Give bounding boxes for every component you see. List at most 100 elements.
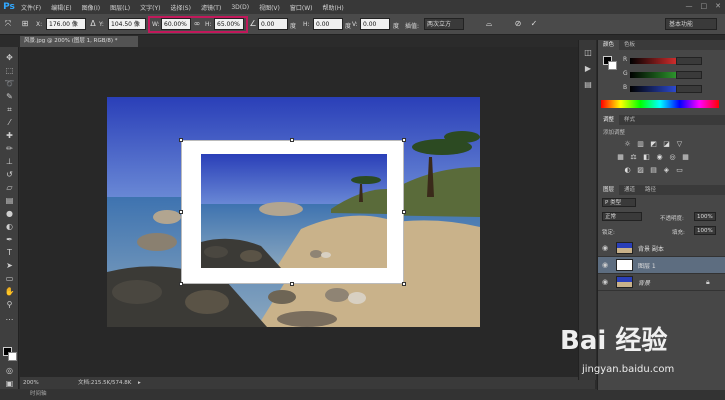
levels-icon[interactable]: ▥ [636, 140, 645, 149]
menu-file[interactable]: 文件(F) [16, 3, 46, 12]
chain-link-icon[interactable]: ∞ [192, 19, 202, 29]
threshold-icon[interactable]: ▤ [649, 166, 658, 175]
channel-mixer-icon[interactable]: ◎ [668, 153, 677, 162]
layer-filter-select[interactable]: P 类型 [602, 198, 636, 207]
eyedropper-tool-icon[interactable]: ⁄ [4, 117, 15, 128]
vskew-field[interactable]: 0.00 [360, 18, 390, 30]
workspace-select[interactable]: 基本功能 [665, 18, 717, 30]
opacity-field[interactable]: 100% [694, 212, 716, 221]
type-tool-icon[interactable]: T [4, 247, 15, 258]
eye-icon[interactable]: ◉ [602, 278, 610, 286]
width-field[interactable]: 60.00% [161, 18, 191, 30]
zoom-tool-icon[interactable]: ⚲ [4, 299, 15, 310]
menu-edit[interactable]: 编辑(E) [46, 3, 76, 12]
gradient-tool-icon[interactable]: ▤ [4, 195, 15, 206]
tab-swatches[interactable]: 色板 [619, 40, 640, 50]
eye-icon[interactable]: ◉ [602, 261, 610, 269]
menu-help[interactable]: 帮助(H) [318, 3, 349, 12]
menu-filter[interactable]: 滤镜(T) [196, 3, 226, 12]
document-tab[interactable]: 风景.jpg @ 200% (图层 1, RGB/8) * [20, 36, 138, 47]
color-spectrum-bar[interactable] [601, 100, 719, 108]
crop-tool-icon[interactable]: ⌗ [4, 104, 15, 115]
more-tools-icon[interactable]: … [4, 312, 15, 323]
tab-color[interactable]: 颜色 [598, 40, 620, 50]
height-field[interactable]: 65.00% [214, 18, 244, 30]
shape-tool-icon[interactable]: ▭ [4, 273, 15, 284]
transform-handle-top-left[interactable] [179, 138, 183, 142]
channel-r-value[interactable] [676, 57, 702, 65]
eraser-tool-icon[interactable]: ▱ [4, 182, 15, 193]
brush-tool-icon[interactable]: ✏ [4, 143, 15, 154]
pen-tool-icon[interactable]: ✒ [4, 234, 15, 245]
hskew-field[interactable]: 0.00 [313, 18, 343, 30]
blur-tool-icon[interactable]: ● [4, 208, 15, 219]
marquee-tool-icon[interactable]: ⬚ [4, 65, 15, 76]
background-color-swatch[interactable] [8, 352, 17, 361]
eye-icon[interactable]: ◉ [602, 244, 610, 252]
vibrance-icon[interactable]: ▽ [675, 140, 684, 149]
fill-field[interactable]: 100% [694, 226, 716, 235]
brightness-icon[interactable]: ☼ [623, 140, 632, 149]
move-tool-icon[interactable]: ✥ [4, 52, 15, 63]
lasso-tool-icon[interactable]: ➰ [4, 78, 15, 89]
hand-tool-icon[interactable]: ✋ [4, 286, 15, 297]
transform-handle-left[interactable] [179, 210, 183, 214]
channel-b-value[interactable] [676, 85, 702, 93]
layer-name[interactable]: 背景 [638, 278, 650, 287]
tab-layers[interactable]: 图层 [598, 185, 620, 195]
layer-copy-image[interactable] [201, 154, 387, 268]
cancel-icon[interactable]: ⊘ [513, 19, 523, 29]
maximize-icon[interactable]: □ [701, 2, 708, 10]
menu-window[interactable]: 窗口(W) [285, 3, 318, 12]
layer-row[interactable]: ◉ 图层 1 [598, 257, 725, 274]
transform-tool-icon[interactable]: ⤧ [3, 19, 13, 29]
history-panel-icon[interactable]: ◫ [583, 48, 593, 58]
warp-mode-icon[interactable]: ⌓ [484, 19, 494, 29]
blend-mode-select[interactable]: 正常 [602, 212, 642, 221]
photo-filter-icon[interactable]: ◉ [655, 153, 664, 162]
close-icon[interactable]: ✕ [715, 2, 721, 10]
screen-mode-icon[interactable]: ▣ [4, 378, 15, 389]
channel-g-value[interactable] [676, 71, 702, 79]
menu-type[interactable]: 文字(Y) [135, 3, 165, 12]
path-select-tool-icon[interactable]: ➤ [4, 260, 15, 271]
tab-styles[interactable]: 样式 [619, 115, 640, 125]
panel-background-swatch[interactable] [608, 61, 617, 70]
zoom-level[interactable]: 200% [23, 377, 39, 389]
reference-point-icon[interactable]: ⊞ [20, 19, 30, 29]
menu-view[interactable]: 视图(V) [254, 3, 285, 12]
actions-panel-icon[interactable]: ▶ [583, 64, 593, 74]
y-field[interactable]: 104.50 像 [108, 18, 146, 30]
channel-b-slider[interactable] [630, 86, 680, 92]
menu-3d[interactable]: 3D(D) [226, 4, 254, 11]
transform-handle-top[interactable] [290, 138, 294, 142]
menu-image[interactable]: 图像(I) [77, 3, 105, 12]
dodge-tool-icon[interactable]: ◐ [4, 221, 15, 232]
transform-handle-top-right[interactable] [402, 138, 406, 142]
exposure-icon[interactable]: ◪ [662, 140, 671, 149]
clone-stamp-tool-icon[interactable]: ⊥ [4, 156, 15, 167]
layer-row[interactable]: ◉ 背景 副本 [598, 240, 725, 257]
channel-g-slider[interactable] [630, 72, 680, 78]
properties-panel-icon[interactable]: ▤ [583, 80, 593, 90]
angle-field[interactable]: 0.00 [258, 18, 288, 30]
transform-handle-right[interactable] [402, 210, 406, 214]
history-brush-tool-icon[interactable]: ↺ [4, 169, 15, 180]
curves-icon[interactable]: ◩ [649, 140, 658, 149]
layer-name[interactable]: 图层 1 [638, 261, 656, 270]
menu-layer[interactable]: 图层(L) [105, 3, 135, 12]
posterize-icon[interactable]: ▨ [636, 166, 645, 175]
tab-channels[interactable]: 通道 [619, 185, 640, 195]
gradient-map-icon[interactable]: ▭ [675, 166, 684, 175]
tab-adjustments[interactable]: 调整 [598, 115, 620, 125]
layer-name[interactable]: 背景 副本 [638, 244, 664, 253]
color-lookup-icon[interactable]: ▦ [681, 153, 690, 162]
quick-select-tool-icon[interactable]: ✎ [4, 91, 15, 102]
minimize-icon[interactable]: — [686, 2, 693, 10]
transform-handle-bottom-right[interactable] [402, 282, 406, 286]
interpolation-select[interactable]: 两次立方 [424, 18, 464, 30]
healing-tool-icon[interactable]: ✚ [4, 130, 15, 141]
transform-handle-bottom-left[interactable] [179, 282, 183, 286]
check-icon[interactable]: ✓ [529, 19, 539, 29]
status-arrow-icon[interactable]: ▸ [138, 377, 141, 389]
